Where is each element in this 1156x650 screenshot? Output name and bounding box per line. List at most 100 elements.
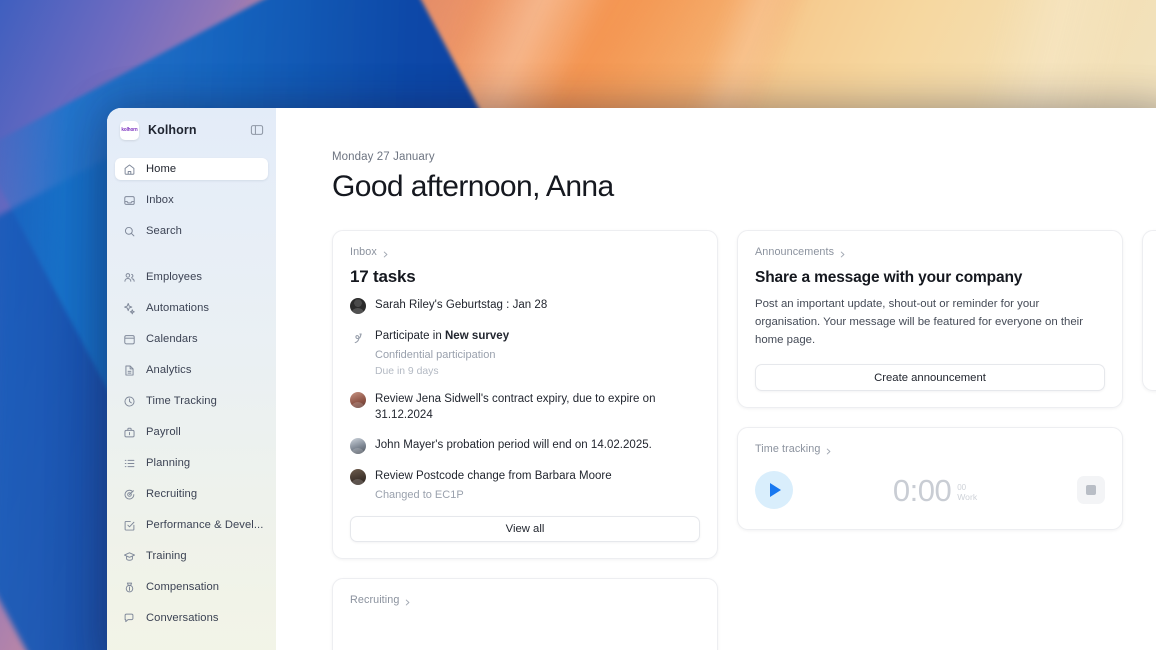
list-item[interactable]: Participate in New survey Confidential p… (350, 329, 700, 377)
recruiting-card-link[interactable]: Recruiting (350, 594, 700, 606)
list-item-title-emphasis: New survey (444, 330, 510, 343)
announcements-card: Announcements Share a message with your … (737, 230, 1123, 409)
brand-name: Kolhorn (148, 123, 197, 137)
calendar-icon (123, 333, 136, 346)
time-tracking-card: Time tracking 0:00 00 Work (737, 427, 1123, 531)
sidebar-item-label: Training (146, 550, 187, 562)
recruiting-card-eyebrow-label: Recruiting (350, 594, 400, 607)
sidebar-item-search[interactable]: Search (115, 220, 268, 242)
avatar (350, 298, 366, 315)
list-item[interactable]: Review Jena Sidwell's contract expiry, d… (350, 392, 700, 423)
play-icon[interactable] (755, 471, 793, 510)
stop-icon[interactable] (1077, 476, 1105, 505)
chevron-right-icon (404, 597, 411, 606)
dashboard-column-left: Inbox 17 tasks Sarah Riley's Geburtstag … (332, 230, 718, 650)
list-icon (123, 457, 136, 470)
sidebar-item-training[interactable]: Training (115, 545, 268, 567)
search-icon (123, 225, 136, 238)
sidebar-item-label: Conversations (146, 612, 219, 624)
recruiting-card: Recruiting (332, 578, 718, 650)
sidebar-item-compensation[interactable]: Compensation (115, 576, 268, 598)
list-item[interactable]: John Mayer's probation period will end o… (350, 438, 700, 455)
list-item-title-prefix: Participate in (375, 330, 445, 343)
sidebar-item-analytics[interactable]: Analytics (115, 359, 268, 381)
list-item-content: Participate in New survey Confidential p… (375, 329, 509, 377)
announcements-body: Post an important update, shout-out or r… (755, 298, 1083, 346)
document-icon (123, 364, 136, 377)
create-announcement-button[interactable]: Create announcement (755, 364, 1105, 392)
list-item-content: Review Jena Sidwell's contract expiry, d… (375, 392, 700, 423)
dashboard-column-right: T (1142, 230, 1156, 391)
sidebar-item-label: Performance & Devel... (146, 519, 264, 531)
brand-logo-mark: kolhorn (121, 125, 138, 133)
sidebar-item-recruiting[interactable]: Recruiting (115, 483, 268, 505)
clock-icon (123, 395, 136, 408)
graduation-cap-icon (123, 550, 136, 563)
sidebar-item-label: Analytics (146, 364, 192, 376)
survey-icon (350, 330, 366, 346)
sidebar-item-planning[interactable]: Planning (115, 452, 268, 474)
sidebar-item-home[interactable]: Home (115, 158, 268, 180)
avatar (350, 438, 366, 455)
sidebar-item-conversations[interactable]: Conversations (115, 607, 268, 629)
list-item-title: Review Postcode change from Barbara Moor… (375, 470, 612, 483)
sidebar-item-label: Time Tracking (146, 395, 217, 407)
announcements-card-eyebrow-label: Announcements (755, 246, 835, 259)
sidebar-item-automations[interactable]: Automations (115, 297, 268, 319)
timer-seconds: 00 (957, 482, 967, 492)
list-item-due: Due in 9 days (375, 366, 439, 378)
sidebar-nav: Home Inbox Search Employees Automations … (107, 152, 276, 629)
list-item[interactable]: Review Postcode change from Barbara Moor… (350, 469, 700, 503)
sidebar-item-label: Compensation (146, 581, 220, 593)
sidebar-item-label: Inbox (146, 194, 174, 206)
app-window: kolhorn Kolhorn Home Inbox Search Employ… (107, 108, 1156, 650)
home-icon (123, 163, 136, 176)
compensation-icon (123, 581, 136, 594)
list-item-content: John Mayer's probation period will end o… (375, 438, 652, 454)
time-tracking-eyebrow-label: Time tracking (755, 443, 821, 456)
sidebar-item-label: Automations (146, 302, 210, 314)
chevron-right-icon (382, 249, 389, 258)
list-item-subtitle: Confidential participation (375, 348, 496, 361)
timer-value: 0:00 (892, 472, 952, 508)
page-title: Good afternoon, Anna (332, 170, 614, 203)
sidebar-item-employees[interactable]: Employees (115, 266, 268, 288)
timer-meta: 00 Work (957, 482, 978, 502)
page-date: Monday 27 January (332, 151, 435, 163)
chat-icon (123, 612, 136, 625)
inbox-task-count: 17 tasks (350, 267, 416, 287)
sidebar-header: kolhorn Kolhorn (107, 108, 276, 152)
inbox-icon (123, 194, 136, 207)
inbox-card-link[interactable]: Inbox (350, 246, 700, 258)
sidebar-item-inbox[interactable]: Inbox (115, 189, 268, 211)
list-item[interactable]: Sarah Riley's Geburtstag : Jan 28 (350, 298, 700, 315)
sidebar-item-label: Calendars (146, 333, 198, 345)
sidebar-item-payroll[interactable]: Payroll (115, 421, 268, 443)
view-all-button[interactable]: View all (350, 516, 700, 543)
sidebar-item-label: Recruiting (146, 488, 198, 500)
chevron-right-icon (839, 249, 846, 258)
sidebar-divider (115, 251, 268, 266)
sidebar-item-calendars[interactable]: Calendars (115, 328, 268, 350)
sidebar-item-time-tracking[interactable]: Time Tracking (115, 390, 268, 412)
list-item-title: Participate in New survey (375, 329, 509, 345)
sidebar-item-label: Payroll (146, 426, 181, 438)
time-tracking-card-link[interactable]: Time tracking (755, 443, 1105, 455)
sidebar-item-label: Planning (146, 457, 191, 469)
timer-display: 0:00 00 Work (793, 475, 1077, 506)
avatar (350, 392, 366, 409)
avatar (350, 469, 366, 486)
sidebar-item-label: Search (146, 225, 182, 237)
list-item-content: Sarah Riley's Geburtstag : Jan 28 (375, 298, 547, 314)
sidebar-item-performance[interactable]: Performance & Devel... (115, 514, 268, 536)
partial-card: T (1142, 230, 1156, 391)
target-icon (123, 488, 136, 501)
sidebar-panel-icon[interactable] (249, 122, 265, 138)
inbox-task-list: Sarah Riley's Geburtstag : Jan 28 Partic… (350, 298, 700, 503)
sidebar: kolhorn Kolhorn Home Inbox Search Employ… (107, 108, 276, 650)
list-item-content: Review Postcode change from Barbara Moor… (375, 469, 612, 503)
announcements-card-link[interactable]: Announcements (755, 246, 1105, 258)
timer-mode: Work (957, 491, 978, 502)
chevron-right-icon (825, 446, 832, 455)
list-item-title: Review Jena Sidwell's contract expiry, d… (375, 393, 656, 421)
